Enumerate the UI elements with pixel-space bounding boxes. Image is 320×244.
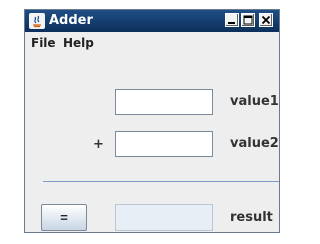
value2-input[interactable]: [115, 131, 213, 157]
minimize-icon[interactable]: [225, 13, 239, 27]
adder-window: Adder File Help value1 + value2 = result: [24, 9, 280, 233]
menu-help[interactable]: Help: [63, 36, 94, 50]
maximize-icon[interactable]: [241, 13, 255, 27]
value1-input[interactable]: [115, 89, 213, 115]
title-bar[interactable]: Adder: [25, 10, 279, 32]
separator: [43, 181, 279, 182]
menu-bar: File Help: [25, 32, 279, 54]
result-field: [115, 204, 213, 231]
close-icon[interactable]: [259, 13, 273, 27]
value2-label: value2: [230, 136, 279, 151]
plus-operator-label: +: [93, 137, 104, 152]
equals-button[interactable]: =: [41, 204, 87, 231]
java-icon: [29, 13, 45, 29]
adder-form: value1 + value2 = result: [25, 54, 279, 232]
value1-label: value1: [230, 94, 279, 109]
result-label: result: [230, 210, 273, 225]
window-title: Adder: [49, 13, 93, 28]
menu-file[interactable]: File: [31, 36, 56, 50]
